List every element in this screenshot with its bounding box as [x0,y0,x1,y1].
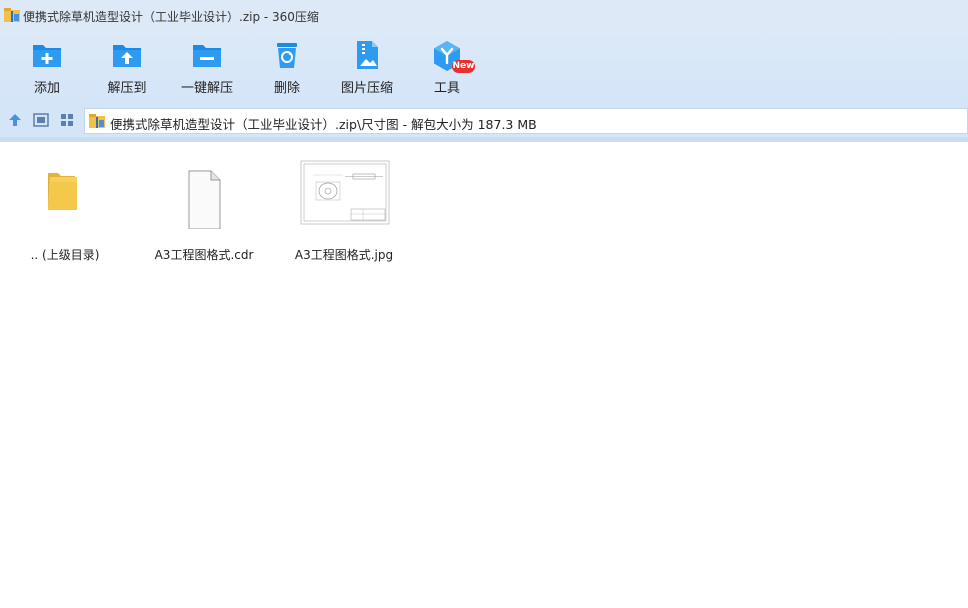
delete-label: 删除 [273,81,300,96]
file-icon [188,170,221,229]
address-bar: 便携式除草机造型设计（工业毕业设计）.zip\尺寸图 - 解包大小为 187.3… [0,105,968,137]
extract-to-label: 解压到 [107,81,147,96]
toolbar: 添加 解压到 一键解压 删除 图片压缩 工具 New [0,30,968,105]
add-label: 添加 [33,81,60,96]
title-bar: 便携式除草机造型设计（工业毕业设计）.zip - 360压缩 [0,0,968,30]
image-compress-icon [357,41,378,69]
image-compress-label: 图片压缩 [340,81,393,96]
delete-button[interactable]: 删除 [249,36,325,98]
recycle-bin-icon [277,43,297,68]
path-text: 便携式除草机造型设计（工业毕业设计）.zip\尺寸图 - 解包大小为 187.3… [110,117,537,132]
new-badge: New [452,60,475,73]
file-list: .. (上级目录) A3工程图格式.cdr A3工程图格式.jpg [0,142,968,608]
path-field[interactable]: 便携式除草机造型设计（工业毕业设计）.zip\尺寸图 - 解包大小为 187.3… [84,108,968,134]
image-thumbnail [300,160,390,225]
zip-app-icon [4,8,20,22]
file-name: A3工程图格式.cdr [154,248,254,262]
one-click-extract-button[interactable]: 一键解压 [169,36,245,98]
file-name: A3工程图格式.jpg [294,248,394,262]
extract-to-folder-icon [113,45,141,67]
grid-view-icon[interactable] [59,112,75,128]
one-click-extract-label: 一键解压 [180,81,233,96]
list-view-icon[interactable] [33,112,49,128]
tools-label: 工具 [433,81,460,96]
extract-to-button[interactable]: 解压到 [89,36,165,98]
file-name: .. (上级目录) [30,248,100,262]
add-button[interactable]: 添加 [9,36,85,98]
list-item-jpg[interactable]: A3工程图格式.jpg [279,157,409,277]
folder-icon [48,173,77,210]
list-item-cdr[interactable]: A3工程图格式.cdr [139,157,269,277]
up-arrow-icon[interactable] [7,112,23,128]
list-item-parent-dir[interactable]: .. (上级目录) [0,157,130,277]
window-title: 便携式除草机造型设计（工业毕业设计）.zip - 360压缩 [23,10,319,24]
zip-file-icon [89,114,105,128]
image-compress-button[interactable]: 图片压缩 [329,36,405,98]
add-folder-icon [33,45,61,67]
one-click-extract-icon [193,45,221,67]
